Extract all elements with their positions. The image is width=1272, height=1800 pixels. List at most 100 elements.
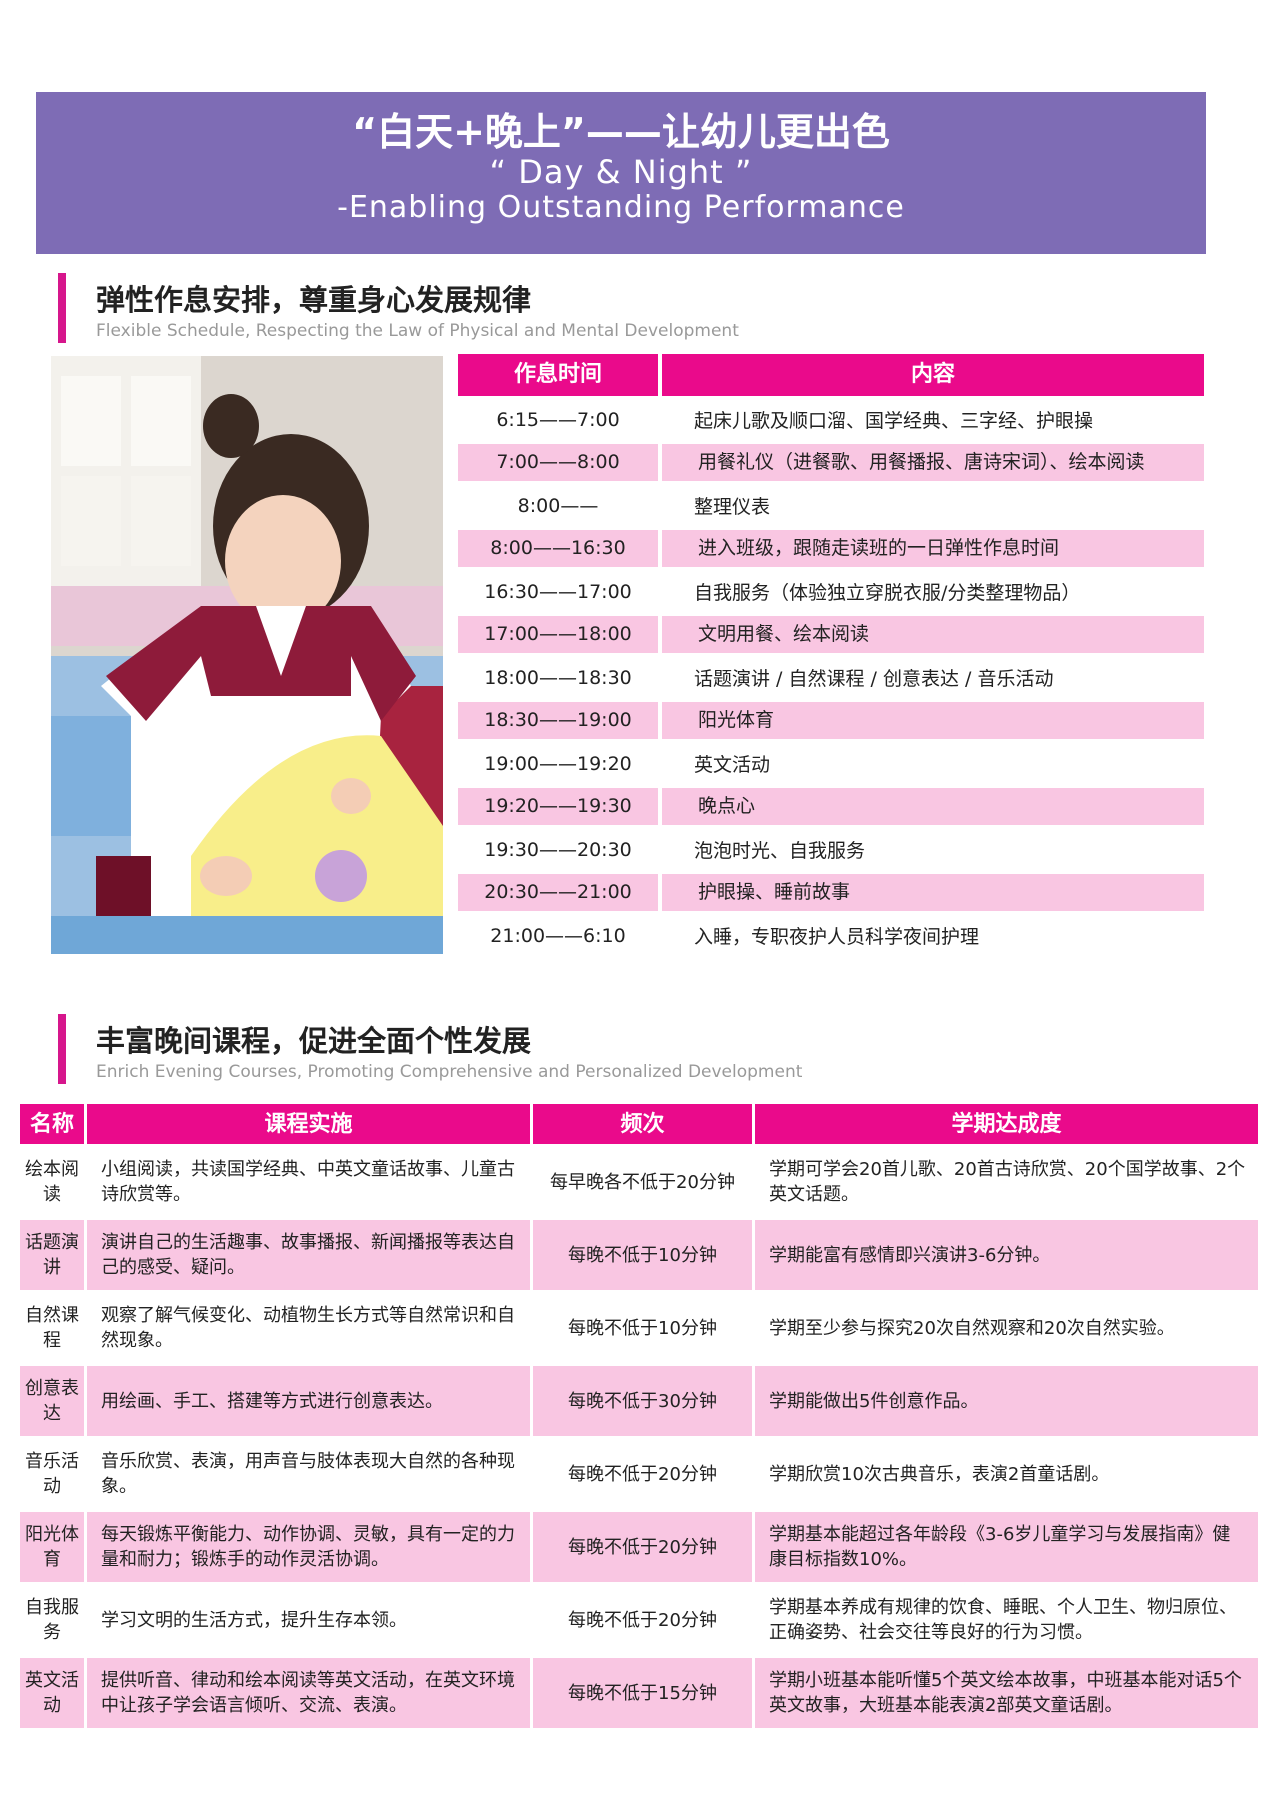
banner-title-cn: “白天+晚上”——让幼儿更出色	[352, 110, 890, 154]
course-goal: 学期基本养成有规律的饮食、睡眠、个人卫生、物归原位、正确姿势、社会交往等良好的行…	[769, 1597, 1237, 1643]
schedule-content: 进入班级，跟随走读班的一日弹性作息时间	[662, 530, 1204, 567]
schedule-table: 作息时间 内容 6:15——7:00 起床儿歌及顺口溜、国学经典、三字经、护眼操 …	[458, 354, 1204, 957]
schedule-row: 19:20——19:30 晚点心	[458, 785, 1204, 828]
schedule-row: 17:00——18:00 文明用餐、绘本阅读	[458, 613, 1204, 656]
schedule-row: 20:30——21:00 护眼操、睡前故事	[458, 871, 1204, 914]
course-goal: 学期小班基本能听懂5个英文绘本故事，中班基本能对话5个英文故事，大班基本能表演2…	[755, 1658, 1258, 1728]
schedule-content: 英文活动	[694, 754, 771, 776]
course-header-freq: 频次	[533, 1104, 752, 1144]
course-freq: 每晚不低于10分钟	[533, 1220, 752, 1290]
schedule-time: 8:00——16:30	[458, 530, 658, 567]
course-freq: 每晚不低于15分钟	[533, 1658, 752, 1728]
course-name: 音乐活动	[25, 1451, 79, 1497]
schedule-time: 17:00——18:00	[458, 616, 658, 653]
schedule-row: 16:30——17:00 自我服务（体验独立穿脱衣服/分类整理物品）	[458, 570, 1204, 613]
course-impl: 每天锻炼平衡能力、动作协调、灵敏，具有一定的力量和耐力；锻炼手的动作灵活协调。	[87, 1512, 530, 1582]
course-impl: 音乐欣赏、表演，用声音与肢体表现大自然的各种现象。	[101, 1451, 515, 1497]
schedule-row: 8:00—— 整理仪表	[458, 484, 1204, 527]
section2-title: 丰富晚间课程，促进全面个性发展	[96, 1024, 532, 1058]
schedule-content: 文明用餐、绘本阅读	[662, 616, 1204, 653]
schedule-row: 7:00——8:00 用餐礼仪（进餐歌、用餐播报、唐诗宋词）、绘本阅读	[458, 441, 1204, 484]
course-name: 自我服务	[25, 1597, 79, 1643]
schedule-row: 21:00——6:10 入睡，专职夜护人员科学夜间护理	[458, 914, 1204, 957]
section1-title: 弹性作息安排，尊重身心发展规律	[96, 283, 532, 317]
schedule-time: 20:30——21:00	[458, 874, 658, 911]
schedule-content: 话题演讲 / 自然课程 / 创意表达 / 音乐活动	[694, 668, 1054, 690]
course-row: 创意表达 用绘画、手工、搭建等方式进行创意表达。 每晚不低于30分钟 学期能做出…	[20, 1366, 1258, 1436]
course-row: 阳光体育 每天锻炼平衡能力、动作协调、灵敏，具有一定的力量和耐力；锻炼手的动作灵…	[20, 1512, 1258, 1582]
course-impl: 学习文明的生活方式，提升生存本领。	[101, 1609, 407, 1631]
course-name: 英文活动	[20, 1658, 84, 1728]
course-row: 话题演讲 演讲自己的生活趣事、故事播报、新闻播报等表达自己的感受、疑问。 每晚不…	[20, 1220, 1258, 1290]
course-goal: 学期可学会20首儿歌、20首古诗欣赏、20个国学故事、2个英文话题。	[769, 1159, 1246, 1205]
schedule-content: 自我服务（体验独立穿脱衣服/分类整理物品）	[694, 582, 1081, 604]
schedule-content: 用餐礼仪（进餐歌、用餐播报、唐诗宋词）、绘本阅读	[662, 444, 1204, 481]
course-row: 自我服务 学习文明的生活方式，提升生存本领。 每晚不低于20分钟 学期基本养成有…	[20, 1585, 1258, 1655]
schedule-time: 16:30——17:00	[484, 580, 632, 603]
section1-accent-bar	[58, 273, 66, 343]
schedule-time: 6:15——7:00	[496, 408, 620, 431]
title-banner: “白天+晚上”——让幼儿更出色 “ Day & Night ” -Enablin…	[36, 92, 1206, 254]
course-name: 话题演讲	[20, 1220, 84, 1290]
course-freq: 每晚不低于20分钟	[568, 1463, 717, 1485]
schedule-content: 入睡，专职夜护人员科学夜间护理	[694, 926, 980, 948]
course-freq: 每晚不低于10分钟	[568, 1317, 717, 1339]
schedule-header-content: 内容	[662, 354, 1204, 396]
schedule-time: 18:30——19:00	[458, 702, 658, 739]
course-name: 自然课程	[25, 1305, 79, 1351]
course-freq: 每晚不低于20分钟	[568, 1609, 717, 1631]
schedule-row: 19:00——19:20 英文活动	[458, 742, 1204, 785]
course-goal: 学期欣赏10次古典音乐，表演2首童话剧。	[769, 1463, 1110, 1485]
course-goal: 学期至少参与探究20次自然观察和20次自然实验。	[769, 1317, 1175, 1339]
schedule-content: 泡泡时光、自我服务	[694, 840, 866, 862]
section1-subtitle: Flexible Schedule, Respecting the Law of…	[96, 321, 739, 341]
schedule-time: 21:00——6:10	[490, 924, 626, 947]
course-freq: 每晚不低于30分钟	[533, 1366, 752, 1436]
course-row: 绘本阅读 小组阅读，共读国学经典、中英文童话故事、儿童古诗欣赏等。 每早晚各不低…	[20, 1147, 1258, 1217]
course-row: 音乐活动 音乐欣赏、表演，用声音与肢体表现大自然的各种现象。 每晚不低于20分钟…	[20, 1439, 1258, 1509]
course-freq: 每早晚各不低于20分钟	[550, 1171, 735, 1193]
schedule-content: 整理仪表	[694, 496, 771, 518]
schedule-time: 19:30——20:30	[484, 838, 632, 861]
child-photo	[51, 356, 443, 954]
schedule-time: 8:00——	[517, 494, 599, 517]
course-freq: 每晚不低于20分钟	[533, 1512, 752, 1582]
course-goal: 学期基本能超过各年龄段《3-6岁儿童学习与发展指南》健康目标指数10%。	[755, 1512, 1258, 1582]
child-photo-illustration	[51, 356, 443, 954]
schedule-content: 晚点心	[662, 788, 1204, 825]
schedule-content: 阳光体育	[662, 702, 1204, 739]
schedule-row: 18:30——19:00 阳光体育	[458, 699, 1204, 742]
course-header-goal: 学期达成度	[755, 1104, 1258, 1144]
schedule-time: 19:20——19:30	[458, 788, 658, 825]
course-row: 自然课程 观察了解气候变化、动植物生长方式等自然常识和自然现象。 每晚不低于10…	[20, 1293, 1258, 1363]
schedule-row: 6:15——7:00 起床儿歌及顺口溜、国学经典、三字经、护眼操	[458, 398, 1204, 441]
schedule-row: 8:00——16:30 进入班级，跟随走读班的一日弹性作息时间	[458, 527, 1204, 570]
course-name: 绘本阅读	[25, 1159, 79, 1205]
banner-title-en2: -Enabling Outstanding Performance	[337, 190, 905, 225]
course-goal: 学期能做出5件创意作品。	[755, 1366, 1258, 1436]
schedule-content: 起床儿歌及顺口溜、国学经典、三字经、护眼操	[694, 410, 1094, 432]
course-name: 创意表达	[20, 1366, 84, 1436]
course-impl: 小组阅读，共读国学经典、中英文童话故事、儿童古诗欣赏等。	[101, 1159, 515, 1205]
course-table: 名称 课程实施 频次 学期达成度 绘本阅读 小组阅读，共读国学经典、中英文童话故…	[20, 1104, 1258, 1728]
course-header-name: 名称	[20, 1104, 84, 1144]
schedule-row: 18:00——18:30 话题演讲 / 自然课程 / 创意表达 / 音乐活动	[458, 656, 1204, 699]
schedule-header-row: 作息时间 内容	[458, 354, 1204, 396]
section2-accent-bar	[58, 1014, 66, 1084]
schedule-content: 护眼操、睡前故事	[662, 874, 1204, 911]
schedule-time: 19:00——19:20	[484, 752, 632, 775]
schedule-time: 7:00——8:00	[458, 444, 658, 481]
course-header-row: 名称 课程实施 频次 学期达成度	[20, 1104, 1258, 1144]
section2-subtitle: Enrich Evening Courses, Promoting Compre…	[96, 1062, 803, 1082]
course-header-impl: 课程实施	[87, 1104, 530, 1144]
course-name: 阳光体育	[20, 1512, 84, 1582]
course-impl: 观察了解气候变化、动植物生长方式等自然常识和自然现象。	[101, 1305, 515, 1351]
schedule-time: 18:00——18:30	[484, 666, 632, 689]
course-goal: 学期能富有感情即兴演讲3-6分钟。	[755, 1220, 1258, 1290]
schedule-header-time: 作息时间	[458, 354, 658, 396]
course-impl: 用绘画、手工、搭建等方式进行创意表达。	[87, 1366, 530, 1436]
banner-title-en1: “ Day & Night ”	[489, 153, 753, 191]
course-row: 英文活动 提供听音、律动和绘本阅读等英文活动，在英文环境中让孩子学会语言倾听、交…	[20, 1658, 1258, 1728]
course-impl: 提供听音、律动和绘本阅读等英文活动，在英文环境中让孩子学会语言倾听、交流、表演。	[87, 1658, 530, 1728]
course-impl: 演讲自己的生活趣事、故事播报、新闻播报等表达自己的感受、疑问。	[87, 1220, 530, 1290]
